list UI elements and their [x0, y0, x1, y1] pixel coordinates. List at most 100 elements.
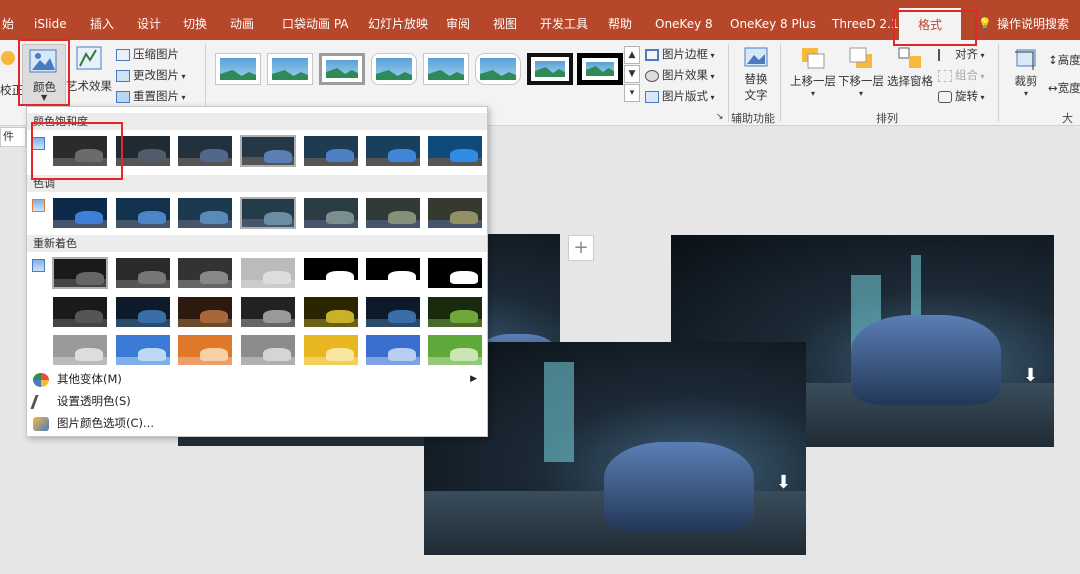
saturation-swatch-6[interactable]: [427, 135, 483, 167]
more-variations-item[interactable]: 其他变体(M) ▶: [33, 369, 483, 389]
swatch-car: [450, 149, 478, 162]
picture-style-6[interactable]: [475, 53, 521, 85]
recolor-swatch-1-0[interactable]: [52, 257, 108, 289]
recolor-swatch-1-6[interactable]: [427, 257, 483, 289]
recolor-swatch-3-1[interactable]: [115, 334, 171, 366]
recolor-swatch-2-4[interactable]: [303, 296, 359, 328]
width-icon: ↔: [1048, 81, 1058, 95]
bring-forward-button[interactable]: 上移一层 ▾: [790, 46, 836, 104]
saturation-swatch-2[interactable]: [177, 135, 233, 167]
tab-10[interactable]: 开发工具: [540, 8, 588, 40]
recolor-swatch-3-4[interactable]: [303, 334, 359, 366]
swatch-car: [450, 348, 478, 361]
tone-swatch-4[interactable]: [303, 197, 359, 229]
crop-button[interactable]: 裁剪 ▾: [1008, 46, 1044, 104]
tab-5[interactable]: 动画: [230, 8, 254, 40]
picture-style-8[interactable]: [577, 53, 623, 85]
tone-swatch-1[interactable]: [115, 197, 171, 229]
picture-effects-button[interactable]: 图片效果 ▾: [645, 67, 715, 83]
picture-style-2[interactable]: [267, 53, 313, 85]
saturation-swatch-5[interactable]: [365, 135, 421, 167]
tone-swatch-6[interactable]: [427, 197, 483, 229]
rotate-button[interactable]: 旋转 ▾: [938, 88, 985, 104]
lightbulb-icon: 💡: [978, 17, 992, 30]
change-picture-icon: [116, 69, 130, 82]
tab-11[interactable]: 帮助: [608, 8, 632, 40]
picture-layout-button[interactable]: 图片版式 ▾: [645, 88, 715, 104]
picture-style-1[interactable]: [215, 53, 261, 85]
tab-0[interactable]: 始: [2, 8, 14, 40]
picture-border-button[interactable]: 图片边框 ▾: [645, 46, 715, 62]
tab-13[interactable]: OneKey 8 Plus: [730, 8, 816, 40]
height-field[interactable]: ↕高度: [1048, 52, 1080, 68]
gallery-scroll-down[interactable]: ▼: [624, 65, 640, 83]
align-button[interactable]: 对齐 ▾: [938, 46, 985, 62]
recolor-swatch-1-2[interactable]: [177, 257, 233, 289]
tab-7[interactable]: 幻灯片放映: [368, 8, 428, 40]
gallery-expand[interactable]: ▾: [624, 84, 640, 102]
tab-3[interactable]: 设计: [137, 8, 161, 40]
saturation-swatch-3[interactable]: [240, 135, 296, 167]
picture-style-4[interactable]: [371, 53, 417, 85]
recolor-swatch-1-4[interactable]: [303, 257, 359, 289]
group-button[interactable]: 组合 ▾: [938, 67, 985, 83]
more-variations-label: 其他变体(M): [57, 372, 122, 386]
swatch-car: [263, 348, 291, 361]
tab-6[interactable]: 口袋动画 PA: [282, 8, 349, 40]
recolor-swatch-2-0[interactable]: [52, 296, 108, 328]
tab-2[interactable]: 插入: [90, 8, 114, 40]
tab-9[interactable]: 视图: [493, 8, 517, 40]
saturation-swatch-4[interactable]: [303, 135, 359, 167]
recolor-swatch-2-5[interactable]: [365, 296, 421, 328]
recolor-swatch-3-5[interactable]: [365, 334, 421, 366]
saturation-swatch-1[interactable]: [115, 135, 171, 167]
recolor-swatch-2-2[interactable]: [177, 296, 233, 328]
recolor-swatch-2-3[interactable]: [240, 296, 296, 328]
tone-swatch-5[interactable]: [365, 197, 421, 229]
recolor-swatch-1-3[interactable]: [240, 257, 296, 289]
recolor-swatch-1-1[interactable]: [115, 257, 171, 289]
swatch-car: [76, 272, 104, 285]
picture-color-options-item[interactable]: 图片颜色选项(C)...: [33, 413, 154, 433]
compress-pictures-button[interactable]: 压缩图片: [116, 46, 179, 62]
change-picture-button[interactable]: 更改图片 ▾: [116, 67, 186, 83]
swatch-car: [264, 150, 292, 163]
tab-1[interactable]: iSlide: [34, 8, 67, 40]
chevron-down-icon: ▾: [708, 51, 715, 60]
tone-swatch-0[interactable]: [52, 197, 108, 229]
recolor-swatch-2-1[interactable]: [115, 296, 171, 328]
selection-pane-button[interactable]: 选择窗格: [886, 46, 934, 104]
selection-pane-icon: [898, 47, 921, 68]
alt-text-icon: [744, 47, 768, 67]
reset-picture-button[interactable]: 重置图片 ▾: [116, 88, 186, 104]
width-field[interactable]: ↔宽度: [1048, 80, 1080, 96]
recolor-swatch-1-5[interactable]: [365, 257, 421, 289]
dialog-launcher-icon[interactable]: ↘: [716, 112, 724, 122]
tab-4[interactable]: 切换: [183, 8, 207, 40]
swatch-car: [263, 310, 291, 323]
send-backward-icon: [849, 47, 872, 68]
send-backward-button[interactable]: 下移一层 ▾: [838, 46, 884, 104]
arrow-icon: ⬇: [776, 472, 792, 493]
tab-12[interactable]: OneKey 8: [655, 8, 713, 40]
add-icon[interactable]: +: [568, 235, 594, 261]
swatch-car: [200, 271, 228, 284]
recolor-swatch-3-3[interactable]: [240, 334, 296, 366]
recolor-swatch-2-6[interactable]: [427, 296, 483, 328]
picture-style-7[interactable]: [527, 53, 573, 85]
recolor-swatch-3-2[interactable]: [177, 334, 233, 366]
recolor-swatch-3-6[interactable]: [427, 334, 483, 366]
height-label: 高度: [1057, 53, 1080, 67]
tab-8[interactable]: 审阅: [446, 8, 470, 40]
tone-swatch-3[interactable]: [240, 197, 296, 229]
tone-swatch-2[interactable]: [177, 197, 233, 229]
alt-text-button[interactable]: 替换 文字: [738, 46, 774, 106]
gallery-scroll-up[interactable]: ▲: [624, 46, 640, 64]
recolor-swatch-3-0[interactable]: [52, 334, 108, 366]
picture-style-3[interactable]: [319, 53, 365, 85]
art-effects-button[interactable]: 艺术效果: [66, 46, 114, 104]
set-transparent-color-item[interactable]: 设置透明色(S): [30, 391, 131, 411]
tab-14[interactable]: ThreeD 2.1: [832, 8, 899, 40]
picture-style-5[interactable]: [423, 53, 469, 85]
tab-16[interactable]: 操作说明搜索: [997, 8, 1069, 40]
